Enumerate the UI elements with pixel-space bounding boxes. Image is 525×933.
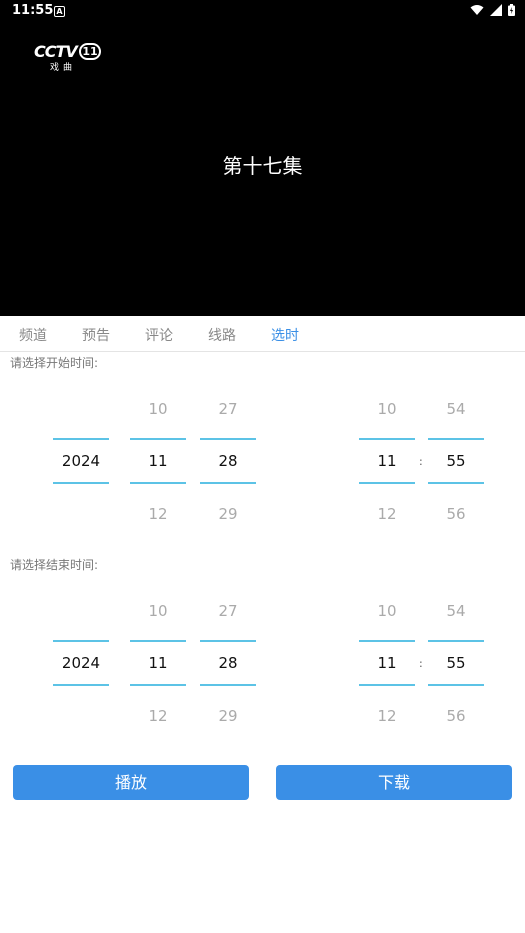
start-time-label: 请选择开始时间: [10,356,99,370]
start-day-next: 29 [218,505,238,523]
start-hour-selected: 11 [377,452,397,470]
end-day-prev: 27 [218,602,238,620]
end-minute-picker[interactable]: 54 55 56 [428,582,484,742]
picker-line [428,640,484,642]
end-minute-prev: 54 [446,602,466,620]
picker-line [53,684,109,686]
picker-line [53,640,109,642]
start-day-selected: 28 [218,452,238,470]
logo-channel-number: 11 [79,43,101,60]
channel-logo: CCTV 11 戏曲 [34,40,104,74]
end-year-picker[interactable]: 2024 [53,582,109,742]
video-player[interactable]: 11:55 A CCTV 11 戏曲 第十七集 [0,0,525,316]
start-minute-next: 56 [446,505,466,523]
picker-line [130,482,186,484]
notification-badge: A [54,6,65,17]
picker-line [53,438,109,440]
logo-subtitle: 戏曲 [50,63,77,73]
start-minute-prev: 54 [446,400,466,418]
picker-line [200,482,256,484]
picker-line [359,482,415,484]
end-day-picker[interactable]: 27 28 29 [200,582,256,742]
tab-comments[interactable]: 评论 [145,325,173,345]
download-button[interactable]: 下载 [276,765,512,800]
status-bar: 11:55 A [0,0,525,24]
tab-preview[interactable]: 预告 [82,325,110,345]
start-hour-next: 12 [377,505,397,523]
picker-line [200,684,256,686]
start-month-selected: 11 [148,452,168,470]
wifi-icon [470,5,484,15]
tab-bar: 频道 预告 评论 线路 选时 [0,316,525,352]
start-day-picker[interactable]: 27 28 29 [200,380,256,540]
start-year-picker[interactable]: 2024 [53,380,109,540]
end-hour-prev: 10 [377,602,397,620]
picker-line [428,438,484,440]
picker-line [200,438,256,440]
play-button[interactable]: 播放 [13,765,249,800]
picker-line [359,684,415,686]
start-minute-selected: 55 [446,452,466,470]
end-month-picker[interactable]: 10 11 12 [130,582,186,742]
tab-select-time[interactable]: 选时 [271,325,299,345]
picker-line [130,640,186,642]
picker-line [53,482,109,484]
end-day-next: 29 [218,707,238,725]
picker-line [428,684,484,686]
end-hour-selected: 11 [377,654,397,672]
start-month-prev: 10 [148,400,168,418]
picker-line [359,438,415,440]
end-day-selected: 28 [218,654,238,672]
battery-icon [508,4,515,16]
end-month-selected: 11 [148,654,168,672]
signal-icon [490,4,502,16]
picker-line [200,640,256,642]
end-hour-next: 12 [377,707,397,725]
start-hour-prev: 10 [377,400,397,418]
picker-line [130,438,186,440]
start-month-next: 12 [148,505,168,523]
end-hour-picker[interactable]: 10 11 12 [359,582,415,742]
episode-title: 第十七集 [222,154,303,178]
status-icons [470,4,515,16]
start-day-prev: 27 [218,400,238,418]
end-minute-selected: 55 [446,654,466,672]
end-month-prev: 10 [148,602,168,620]
status-time: 11:55 [12,3,54,18]
end-minute-next: 56 [446,707,466,725]
picker-line [130,684,186,686]
start-month-picker[interactable]: 10 11 12 [130,380,186,540]
start-hour-picker[interactable]: 10 11 12 [359,380,415,540]
end-month-next: 12 [148,707,168,725]
picker-line [428,482,484,484]
end-time-separator: : [419,657,423,670]
logo-cctv-text: CCTV [34,42,78,61]
start-year-selected: 2024 [61,452,101,470]
tab-channel[interactable]: 频道 [19,325,47,345]
end-time-label: 请选择结束时间: [10,558,99,572]
tab-route[interactable]: 线路 [208,325,236,345]
start-time-separator: : [419,455,423,468]
end-year-selected: 2024 [61,654,101,672]
start-minute-picker[interactable]: 54 55 56 [428,380,484,540]
picker-line [359,640,415,642]
